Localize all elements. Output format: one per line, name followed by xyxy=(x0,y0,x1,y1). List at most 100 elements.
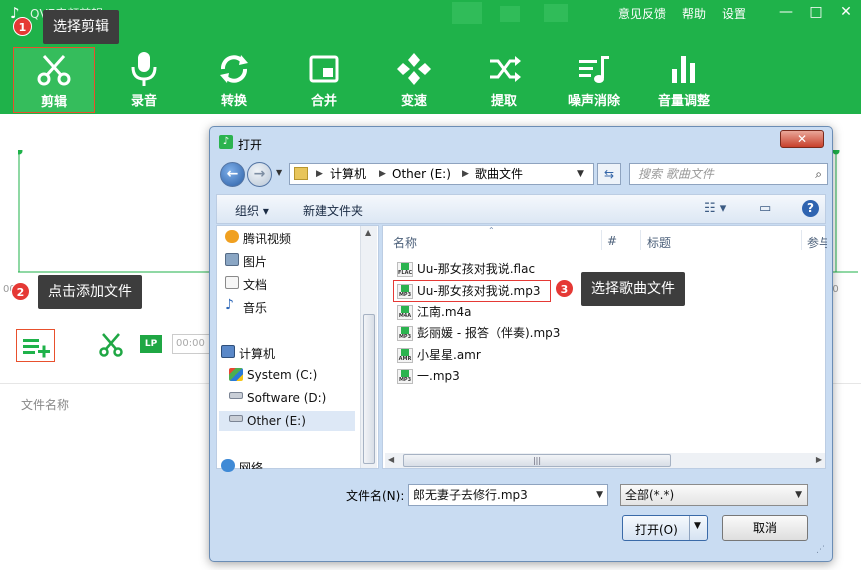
add-file-button[interactable] xyxy=(16,329,55,362)
breadcrumb-arrow-icon[interactable]: ▶ xyxy=(316,164,323,184)
search-placeholder: 搜索 歌曲文件 xyxy=(638,167,714,181)
tool-label: 剪辑 xyxy=(40,95,67,110)
nav-scrollbar[interactable]: ▲ xyxy=(360,226,377,468)
filename-dropdown-icon[interactable]: ▼ xyxy=(596,485,603,505)
file-name-column-header: 文件名称 xyxy=(21,398,70,412)
file-name: Uu-那女孩对我说.flac xyxy=(417,262,536,276)
open-dropdown-icon[interactable]: ▼ xyxy=(694,521,701,531)
decorative-block xyxy=(500,6,520,22)
column-separator[interactable] xyxy=(640,230,641,250)
history-dropdown-icon[interactable]: ▼ xyxy=(276,168,282,177)
open-button[interactable]: 打开(O) ▼ xyxy=(622,515,708,541)
volume-icon xyxy=(672,56,695,83)
scroll-up-icon[interactable]: ▲ xyxy=(365,228,371,237)
address-bar[interactable]: ▶ 计算机 ▶ Other (E:) ▶ 歌曲文件 ▼ xyxy=(289,163,594,185)
address-row: ← → ▼ ▶ 计算机 ▶ Other (E:) ▶ 歌曲文件 ▼ ⇆ 搜索 歌… xyxy=(216,160,828,190)
scissors-icon xyxy=(99,333,123,357)
new-folder-button[interactable]: 新建文件夹 xyxy=(303,202,363,219)
tool-label: 录音 xyxy=(130,94,157,109)
nav-item-other-e[interactable]: Other (E:) xyxy=(247,414,306,428)
column-number[interactable]: # xyxy=(607,234,617,248)
back-button[interactable]: ← xyxy=(220,162,245,187)
tool-noise-removal[interactable]: 噪声消除 xyxy=(553,47,635,113)
close-button[interactable]: ✕ xyxy=(833,2,859,22)
dialog-titlebar: ♪ 打开 ✕ xyxy=(210,127,832,157)
address-dropdown-icon[interactable]: ▼ xyxy=(577,164,584,184)
forward-button[interactable]: → xyxy=(247,162,272,187)
nav-item-computer[interactable]: 计算机 xyxy=(239,345,275,362)
scroll-left-icon[interactable]: ◀ xyxy=(388,455,394,464)
loop-play-button[interactable]: LP xyxy=(140,335,162,353)
tool-label: 音量调整 xyxy=(657,94,710,109)
add-list-icon xyxy=(23,339,50,358)
view-options-icon[interactable]: ☷ ▾ xyxy=(704,201,726,216)
search-icon[interactable]: ⌕ xyxy=(815,164,822,184)
organize-label: 组织 xyxy=(235,204,260,218)
help-button[interactable]: ? xyxy=(802,200,819,217)
dialog-close-button[interactable]: ✕ xyxy=(780,130,824,148)
tool-volume[interactable]: 音量调整 xyxy=(643,47,725,113)
tool-convert[interactable]: 转换 xyxy=(193,47,275,113)
column-name[interactable]: 名称 xyxy=(393,234,417,251)
tool-label: 提取 xyxy=(490,94,517,109)
preview-pane-icon[interactable]: ▭ xyxy=(759,201,771,216)
nav-item-tencent-video[interactable]: 腾讯视频 xyxy=(243,230,291,247)
minimize-button[interactable]: — xyxy=(773,2,799,22)
documents-icon xyxy=(225,276,239,289)
horizontal-scrollbar[interactable]: ◀ ||| ▶ xyxy=(385,453,825,468)
refresh-button[interactable]: ⇆ xyxy=(597,163,621,185)
nav-item-documents[interactable]: 文档 xyxy=(243,276,267,293)
start-time-input[interactable]: 00:00 xyxy=(172,334,212,354)
breadcrumb-folder[interactable]: 歌曲文件 xyxy=(475,164,523,184)
callout-add-file: 点击添加文件 xyxy=(38,275,142,309)
help-link[interactable]: 帮助 xyxy=(682,5,706,22)
filename-label: 文件名(N): xyxy=(346,489,405,503)
resize-grip-icon[interactable]: ⋰ xyxy=(816,545,825,555)
tool-cut[interactable]: 剪辑 xyxy=(13,47,95,113)
column-participants[interactable]: 参与 xyxy=(807,234,827,251)
nav-item-system-c[interactable]: System (C:) xyxy=(247,368,317,382)
cancel-button[interactable]: 取消 xyxy=(722,515,808,541)
tencent-video-icon xyxy=(225,230,239,243)
open-file-dialog: ♪ 打开 ✕ ← → ▼ ▶ 计算机 ▶ Other (E:) ▶ 歌曲文件 ▼… xyxy=(209,126,833,562)
navigation-pane: 腾讯视频 图片 文档 ♪ 音乐 计算机 System (C:) Software… xyxy=(216,225,379,472)
filename-input[interactable]: 郎无妻子去修行.mp3 ▼ xyxy=(408,484,608,506)
convert-icon xyxy=(220,55,248,83)
horizontal-scroll-thumb[interactable]: ||| xyxy=(403,454,671,467)
breadcrumb-computer[interactable]: 计算机 xyxy=(330,164,366,184)
search-input[interactable]: 搜索 歌曲文件 ⌕ xyxy=(629,163,828,185)
feedback-link[interactable]: 意见反馈 xyxy=(618,5,666,22)
nav-item-pictures[interactable]: 图片 xyxy=(243,253,267,270)
music-note-icon: ♪ xyxy=(219,135,233,149)
tool-speed[interactable]: 变速 xyxy=(373,47,455,113)
tool-merge[interactable]: 合并 xyxy=(283,47,365,113)
tool-label: 合并 xyxy=(310,94,337,109)
column-title[interactable]: 标题 xyxy=(647,234,671,251)
audio-file-icon: MP3 xyxy=(397,369,413,384)
sort-indicator-icon: ⌃ xyxy=(488,226,495,235)
decorative-block xyxy=(452,2,482,24)
column-separator[interactable] xyxy=(601,230,602,250)
nav-item-software-d[interactable]: Software (D:) xyxy=(247,391,326,405)
breadcrumb-drive[interactable]: Other (E:) xyxy=(392,164,451,184)
organize-button[interactable]: 组织 ▾ xyxy=(235,202,269,219)
nav-item-network[interactable]: 网络 xyxy=(239,459,263,469)
column-separator[interactable] xyxy=(801,230,802,250)
scroll-right-icon[interactable]: ▶ xyxy=(816,455,822,464)
nav-scroll-thumb[interactable] xyxy=(363,314,375,464)
breadcrumb-arrow-icon[interactable]: ▶ xyxy=(379,164,386,184)
tool-extract[interactable]: 提取 xyxy=(463,47,545,113)
file-type-dropdown-icon[interactable]: ▼ xyxy=(795,485,802,505)
cut-button[interactable] xyxy=(98,332,124,358)
dialog-title: 打开 xyxy=(238,138,263,152)
tool-record[interactable]: 录音 xyxy=(103,47,185,113)
breadcrumb-arrow-icon[interactable]: ▶ xyxy=(462,164,469,184)
file-type-select[interactable]: 全部(*.*) ▼ xyxy=(620,484,808,506)
settings-link[interactable]: 设置 xyxy=(722,5,746,22)
drive-icon xyxy=(229,415,243,422)
maximize-button[interactable]: □ xyxy=(803,2,829,22)
audio-file-icon: MP3 xyxy=(397,326,413,341)
file-name: Uu-那女孩对我说.mp3 xyxy=(417,284,541,298)
main-toolbar: 剪辑 录音 转换 合并 变速 提取 噪声消除 音量调整 xyxy=(0,44,861,114)
nav-item-music[interactable]: 音乐 xyxy=(243,299,267,316)
